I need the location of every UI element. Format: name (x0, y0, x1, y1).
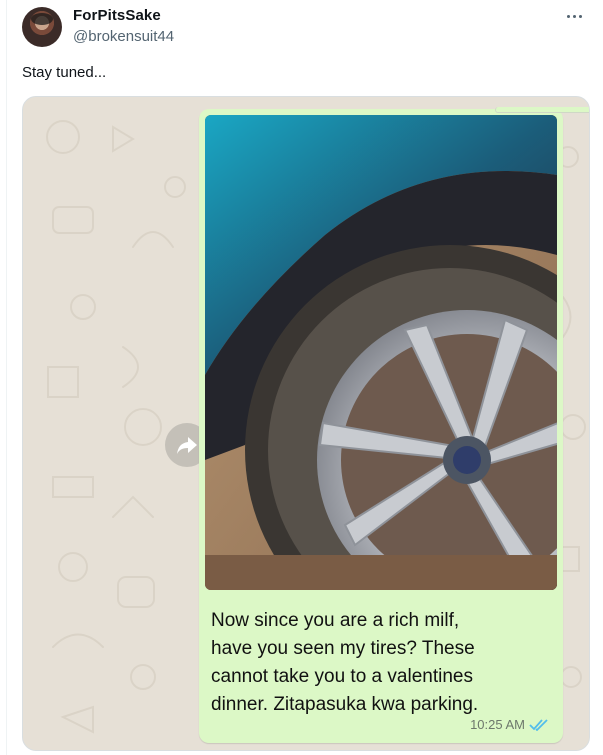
message-timestamp: 10:25 AM (470, 717, 525, 732)
message-bubble: Now since you are a rich milf, have you … (199, 107, 589, 743)
more-icon[interactable] (559, 6, 589, 26)
message-line: Now since you are a rich milf, (211, 610, 460, 631)
forward-arrow-icon (177, 437, 197, 454)
double-check-read-icon (529, 718, 548, 731)
display-name[interactable]: ForPitsSake (73, 7, 161, 24)
tire-photo[interactable] (205, 115, 557, 590)
message-line: have you seen my tires? These (211, 638, 475, 659)
media-attachment[interactable]: Now since you are a rich milf, have you … (22, 96, 590, 751)
message-line: dinner. Zitapasuka kwa parking. (211, 694, 479, 715)
tweet-text: Stay tuned... (22, 64, 107, 81)
user-handle[interactable]: @brokensuit44 (73, 28, 174, 45)
wheel-image (205, 115, 557, 590)
message-line: cannot take you to a valentines (211, 666, 473, 687)
message-meta: 10:25 AM (470, 717, 549, 732)
message-text: Now since you are a rich milf, have you … (211, 607, 556, 719)
avatar[interactable] (22, 7, 62, 47)
divider (6, 0, 7, 755)
tweet: ForPitsSake @brokensuit44 Stay tuned... (0, 0, 603, 755)
